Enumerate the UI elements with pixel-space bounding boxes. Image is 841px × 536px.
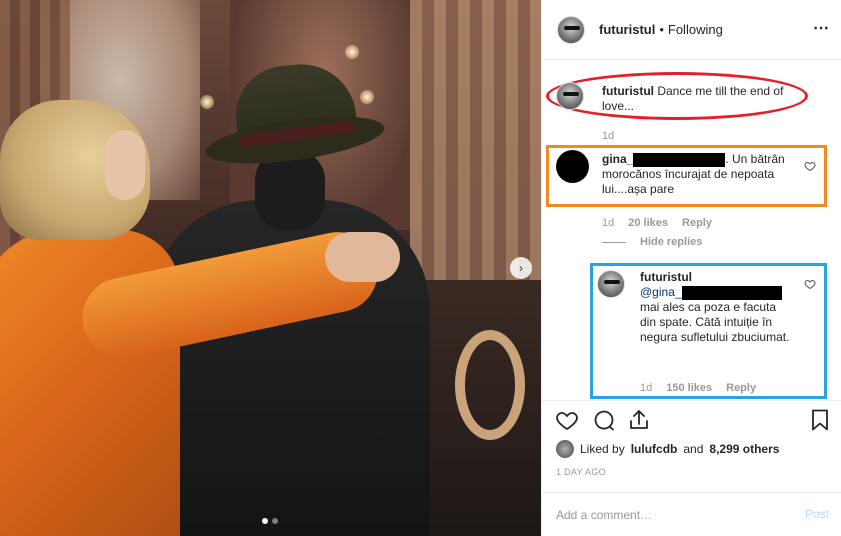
- header-separator: •: [659, 22, 664, 37]
- comment-icon[interactable]: [592, 408, 616, 432]
- hide-replies-button[interactable]: Hide replies: [602, 236, 702, 248]
- mention-link[interactable]: @gina_: [640, 285, 682, 299]
- more-options-icon[interactable]: ⋯: [813, 18, 830, 38]
- woman-hand: [325, 232, 400, 282]
- lamp-light: [360, 90, 374, 104]
- reply-button[interactable]: Reply: [682, 217, 712, 229]
- carousel-dot-active: [262, 518, 268, 524]
- carousel-dots: [262, 518, 278, 524]
- comment-username[interactable]: gina_: [602, 152, 633, 166]
- header-username[interactable]: futuristul: [599, 22, 655, 37]
- post-header: futuristul • Following ⋯: [542, 0, 841, 60]
- avatar[interactable]: [556, 82, 584, 110]
- likes-count[interactable]: 8,299 others: [709, 442, 779, 456]
- lamp-light: [200, 95, 214, 109]
- post-button[interactable]: Post: [805, 507, 829, 521]
- heart-icon[interactable]: [555, 408, 579, 432]
- comment-time[interactable]: 1d: [602, 217, 614, 229]
- reply-text: futuristul @gina_ mai ales ca poza e fac…: [640, 270, 790, 345]
- avatar[interactable]: [557, 15, 585, 44]
- divider: [602, 241, 626, 243]
- caption-username[interactable]: futuristul: [602, 84, 654, 98]
- liked-by-user[interactable]: lulufcdb: [631, 442, 678, 456]
- reply-meta: 1d 150 likes Reply: [640, 382, 756, 394]
- avatar[interactable]: [556, 440, 574, 458]
- avatar[interactable]: [597, 270, 625, 298]
- reply-likes[interactable]: 150 likes: [666, 382, 712, 394]
- reply-button[interactable]: Reply: [726, 382, 756, 394]
- reply-body: mai ales ca poza e facuta din spate. Cât…: [640, 300, 790, 344]
- redacted-block: [633, 152, 726, 167]
- woman-face: [105, 130, 145, 200]
- heart-icon[interactable]: [804, 278, 816, 290]
- post-photo[interactable]: ›: [0, 0, 541, 536]
- following-button[interactable]: Following: [668, 22, 723, 37]
- add-comment-bar: Post: [541, 492, 841, 536]
- liked-by-prefix: Liked by: [580, 442, 625, 456]
- comment-likes[interactable]: 20 likes: [628, 217, 668, 229]
- next-photo-button[interactable]: ›: [510, 257, 532, 279]
- caption-text: futuristul Dance me till the end of love…: [602, 84, 792, 114]
- comment-text: gina_. Un bătrân morocănos încurajat de …: [602, 152, 787, 197]
- post-time[interactable]: 1 DAY AGO: [556, 467, 606, 477]
- avatar[interactable]: [556, 150, 589, 183]
- carousel-dot: [272, 518, 278, 524]
- background-chair: [455, 330, 525, 440]
- liked-by-and: and: [683, 442, 704, 456]
- comment-meta: 1d 20 likes Reply: [602, 217, 712, 229]
- liked-by: Liked by lulufcdb and 8,299 others: [556, 440, 779, 458]
- background-curtain-right: [410, 0, 541, 300]
- heart-icon[interactable]: [804, 160, 816, 172]
- share-icon[interactable]: [627, 408, 651, 432]
- bookmark-icon[interactable]: [808, 408, 832, 432]
- caption-time[interactable]: 1d: [602, 130, 614, 142]
- comment-input[interactable]: [556, 505, 776, 525]
- actions-bar: [541, 400, 841, 440]
- reply-time[interactable]: 1d: [640, 382, 652, 394]
- redacted-block: [681, 285, 782, 300]
- chevron-right-icon: ›: [519, 261, 523, 275]
- lamp-light: [345, 45, 359, 59]
- hide-replies-label: Hide replies: [640, 236, 703, 248]
- reply-username[interactable]: futuristul: [640, 270, 692, 284]
